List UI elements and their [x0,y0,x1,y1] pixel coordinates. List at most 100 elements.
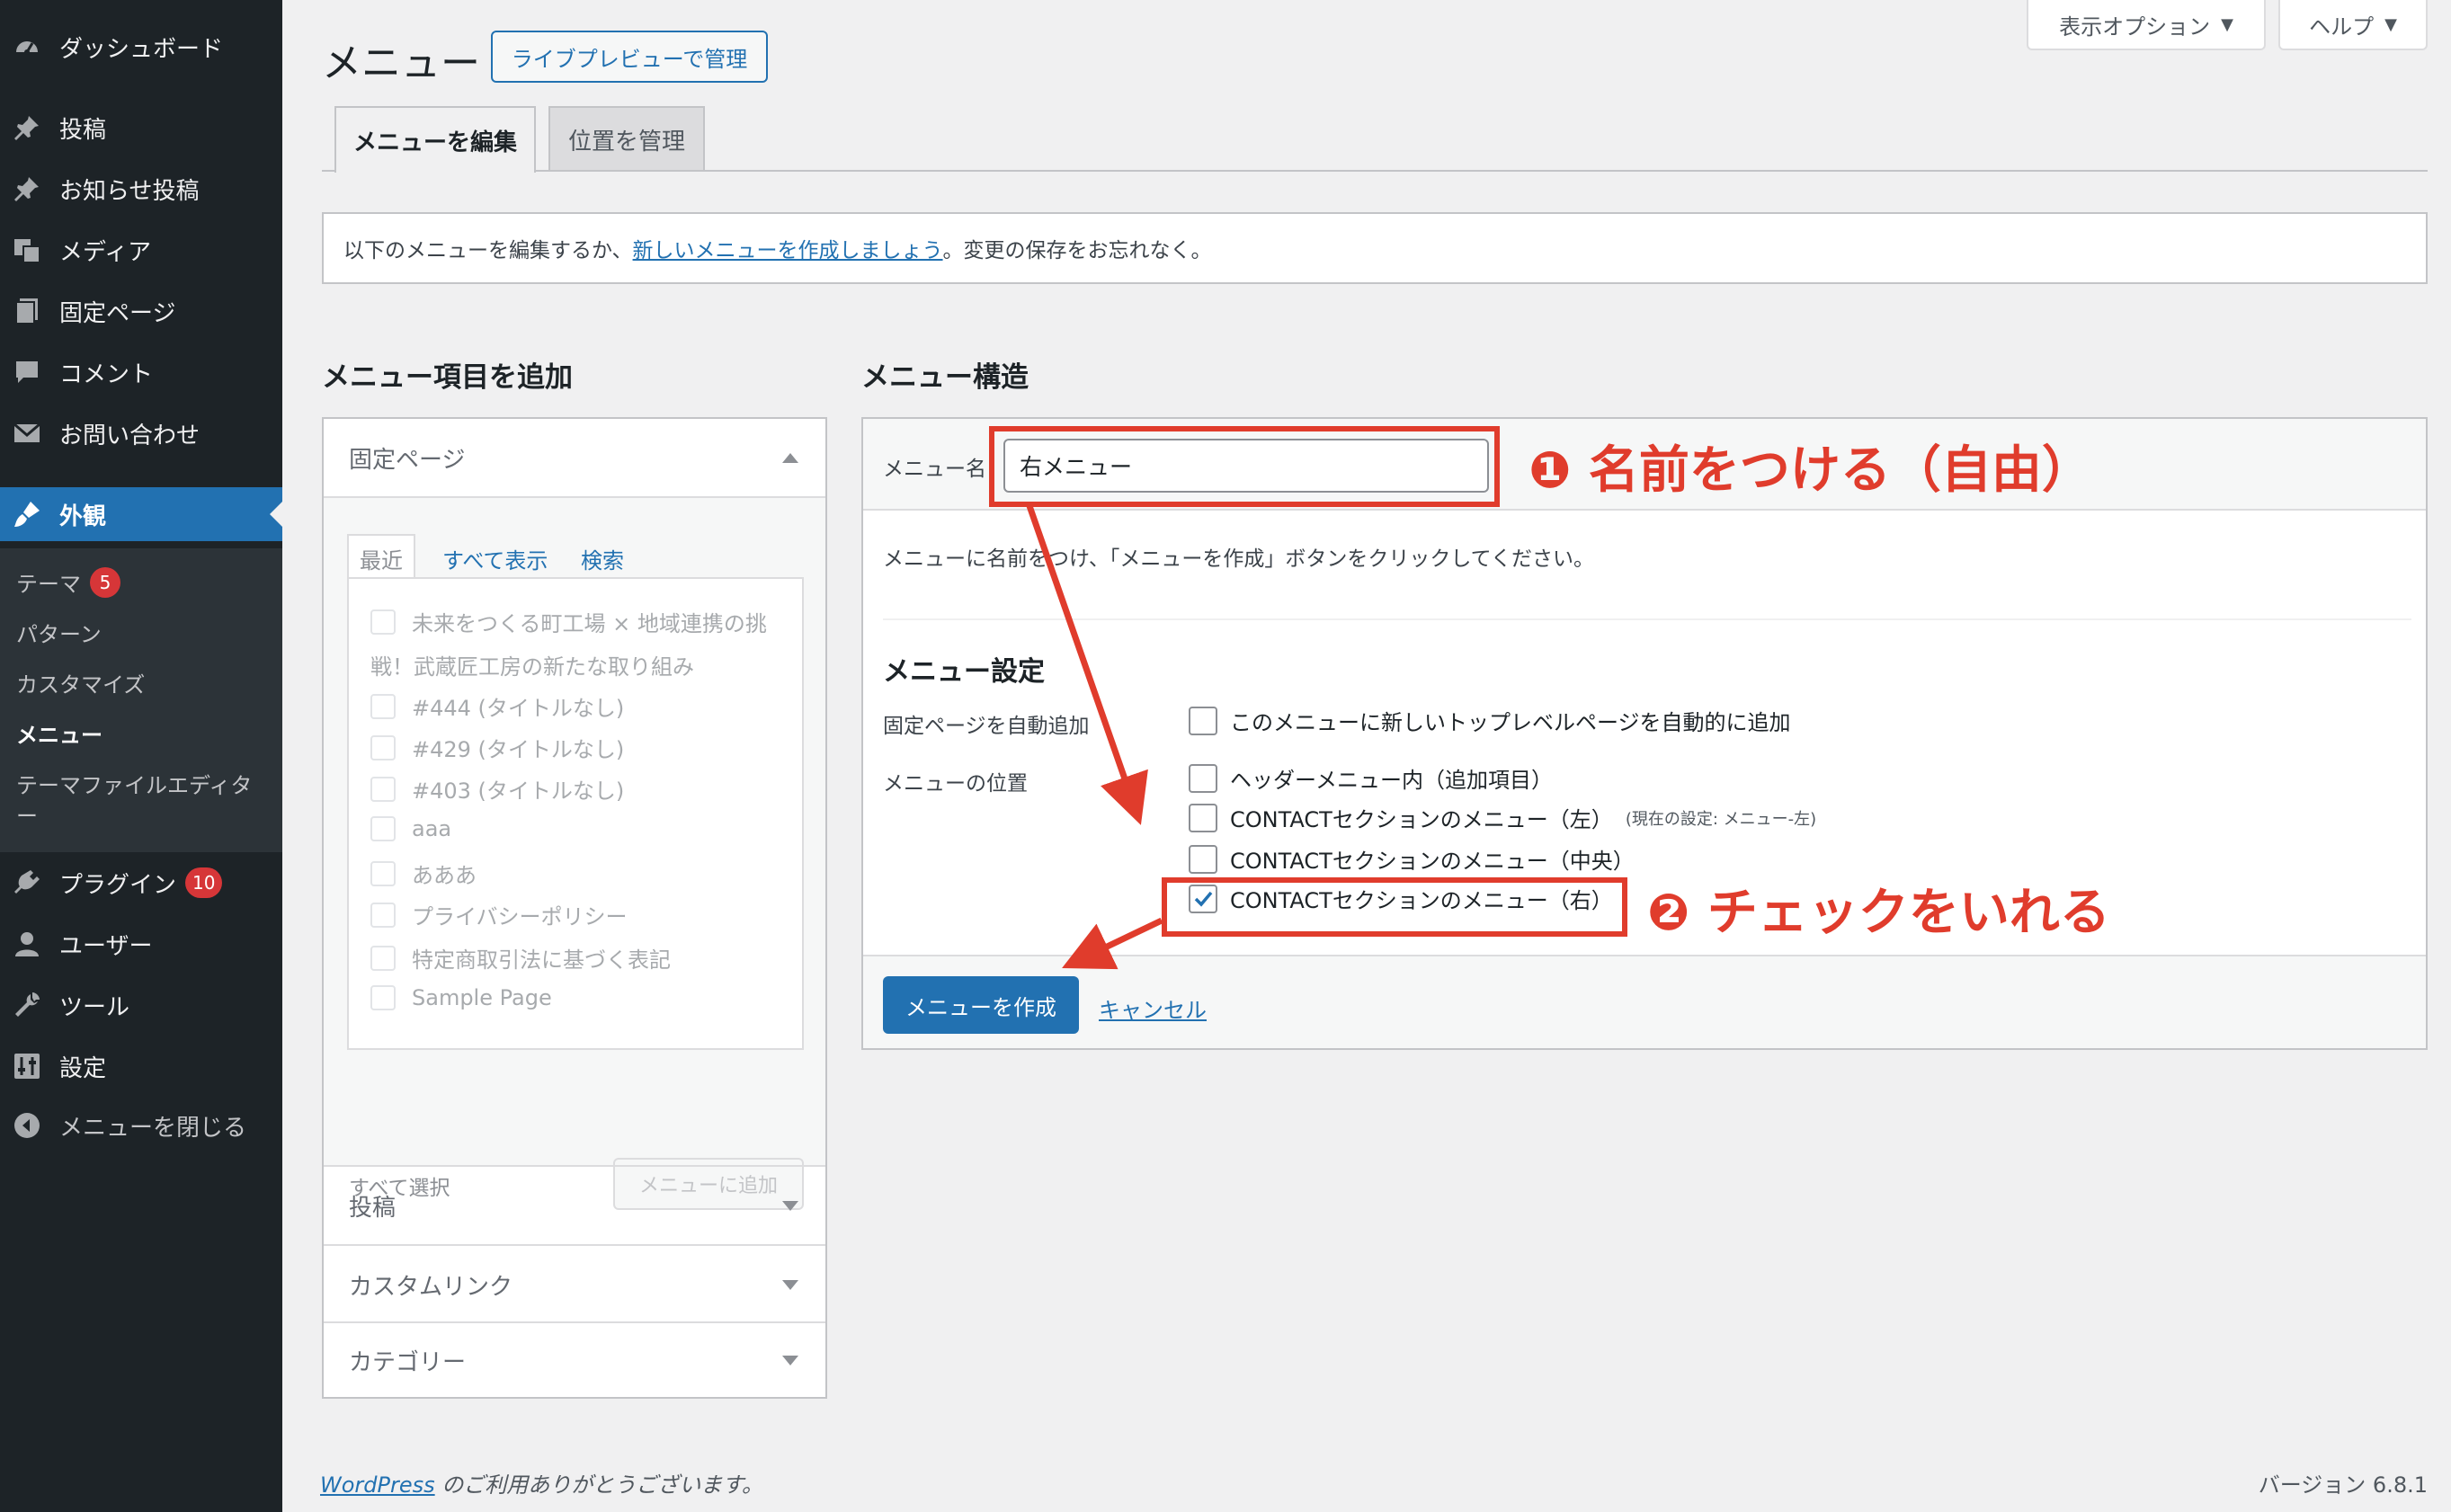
tab-divider [322,170,2428,172]
list-item[interactable]: 特定商取引法に基づく表記 [370,942,671,974]
cancel-link[interactable]: キャンセル [1099,992,1207,1024]
checkbox[interactable] [370,945,396,971]
location-option-header-extra[interactable]: ヘッダーメニュー内（追加項目） [1189,762,1553,794]
nav-label: ダッシュボード [59,35,224,63]
pages-checklist: 未来をつくる町工場 × 地域連携の挑 戦！武蔵匠工房の新たな取り組み #444 … [347,577,804,1050]
list-item[interactable]: Sample Page [370,985,552,1010]
accordion-categories-header[interactable]: カテゴリー [324,1321,825,1399]
caret-up-icon [782,452,798,463]
location-option-contact-center[interactable]: CONTACTセクションのメニュー（中央） [1189,843,1635,875]
submenu-patterns[interactable]: パターン [16,617,102,648]
annotation-box-menu-name [989,426,1500,507]
wordpress-link[interactable]: WordPress [320,1472,435,1498]
nav-posts[interactable]: 投稿 [0,101,282,155]
checkbox[interactable] [1189,763,1217,793]
list-item[interactable]: aaa [370,816,451,841]
menu-name-label: メニュー名 [883,458,986,481]
caret-down-icon: ▼ [2384,14,2397,34]
nav-label: お問い合わせ [59,422,201,449]
checkbox[interactable] [1189,844,1217,874]
add-menu-items-panel: 固定ページ 最近 すべて表示 検索 未来をつくる町工場 × 地域連携の挑 戦！武… [322,417,827,1399]
tab-manage-locations[interactable]: 位置を管理 [548,106,705,171]
nav-label: コメント [59,360,154,388]
pin-icon [11,173,43,205]
caret-down-icon [782,1279,798,1290]
tab-view-all[interactable]: すべて表示 [442,543,548,574]
nav-label: お知らせ投稿 [59,177,200,205]
list-item[interactable]: #444 (タイトルなし) [370,690,624,722]
list-item[interactable]: あああ [370,858,477,889]
menu-actions-row: メニューを作成 キャンセル [863,955,2426,1048]
submenu-themes[interactable]: テーマ 5 [16,566,120,598]
checkbox[interactable] [1189,803,1217,832]
user-icon [11,928,43,960]
checkbox[interactable] [370,734,396,760]
checkbox[interactable] [370,816,396,841]
nav-tools[interactable]: ツール [0,978,282,1032]
nav-pages[interactable]: 固定ページ [0,284,282,338]
checkbox[interactable] [370,985,396,1010]
auto-add-pages-label: 固定ページを自動追加 [883,715,1090,738]
help-button[interactable]: ヘルプ ▼ [2278,0,2428,50]
appearance-icon [11,498,43,530]
media-icon [11,234,43,266]
tab-search[interactable]: 検索 [581,543,624,574]
submenu-customize[interactable]: カスタマイズ [16,667,145,698]
live-preview-button[interactable]: ライブプレビューで管理 [491,31,768,83]
list-item[interactable]: #429 (タイトルなし) [370,732,624,763]
list-item[interactable]: 未来をつくる町工場 × 地域連携の挑 [370,606,767,637]
nav-label: メディア [59,238,152,266]
nav-label: 固定ページ [59,299,176,327]
nav-dashboard[interactable]: ダッシュボード [0,20,282,74]
location-option-contact-left[interactable]: CONTACTセクションのメニュー（左） (現在の設定: メニュー-左) [1189,802,1816,833]
nav-label: 設定 [59,1054,107,1082]
nav-users[interactable]: ユーザー [0,917,282,971]
annotation-step1: ❶ 名前をつける（自由） [1529,441,2092,500]
checkbox[interactable] [370,860,396,886]
auto-add-pages-option[interactable]: このメニューに新しいトップレベルページを自動的に追加 [1189,705,1791,736]
menu-settings-heading: メニュー設定 [883,656,1045,688]
divider [883,618,2411,620]
accordion-custom-links-header[interactable]: カスタムリンク [324,1246,825,1323]
list-item-wrap: 戦！武蔵匠工房の新たな取り組み [370,654,694,680]
tab-edit-menus[interactable]: メニューを編集 [334,106,536,173]
menu-structure-heading: メニュー構造 [861,361,1029,394]
pages-accordion-body: 最近 すべて表示 検索 未来をつくる町工場 × 地域連携の挑 戦！武蔵匠工房の新… [324,498,825,1210]
dashboard-icon [11,31,43,63]
nav-collapse-menu[interactable]: メニューを閉じる [0,1098,282,1152]
nav-media[interactable]: メディア [0,223,282,277]
accordion-posts-header[interactable]: 投稿 [324,1167,825,1244]
checkbox[interactable] [1189,706,1217,735]
checkbox[interactable] [370,609,396,635]
annotation-step2: ❷ チェックをいれる [1647,884,2110,942]
tab-most-recent[interactable]: 最近 [347,534,415,582]
admin-sidebar: ダッシュボード 投稿 お知らせ投稿 メディア 固定ページ コメント お問い合わせ… [0,0,282,1512]
submenu-menus[interactable]: メニュー [16,717,102,749]
pin-icon [11,111,43,144]
checkbox[interactable] [370,902,396,928]
create-menu-button[interactable]: メニューを作成 [883,976,1079,1034]
plugin-icon [11,867,43,899]
nav-appearance[interactable]: 外観 [0,487,282,541]
list-item[interactable]: #403 (タイトルなし) [370,773,624,805]
settings-icon [11,1050,43,1082]
caret-down-icon [782,1355,798,1365]
create-new-menu-link[interactable]: 新しいメニューを作成しましょう [633,233,943,263]
footer-thanks: WordPress のご利用ありがとうございます。 [320,1472,763,1498]
nav-label: 投稿 [59,116,107,144]
screen-options-button[interactable]: 表示オプション ▼ [2027,0,2266,50]
page-title: メニュー [322,40,480,86]
submenu-theme-file-editor[interactable]: テーマファイルエディタ [16,768,252,799]
nav-news-posts[interactable]: お知らせ投稿 [0,162,282,216]
checkbox[interactable] [370,693,396,719]
nav-label: 外観 [59,503,107,530]
list-item[interactable]: プライバシーポリシー [370,899,628,930]
checkbox[interactable] [370,776,396,802]
nav-comments[interactable]: コメント [0,345,282,399]
add-menu-items-heading: メニュー項目を追加 [322,361,573,394]
nav-contact[interactable]: お問い合わせ [0,406,282,460]
nav-plugins[interactable]: プラグイン 10 [0,856,282,910]
accordion-pages-header[interactable]: 固定ページ [324,419,825,496]
nav-settings[interactable]: 設定 [0,1039,282,1093]
nav-label: ユーザー [59,932,153,960]
